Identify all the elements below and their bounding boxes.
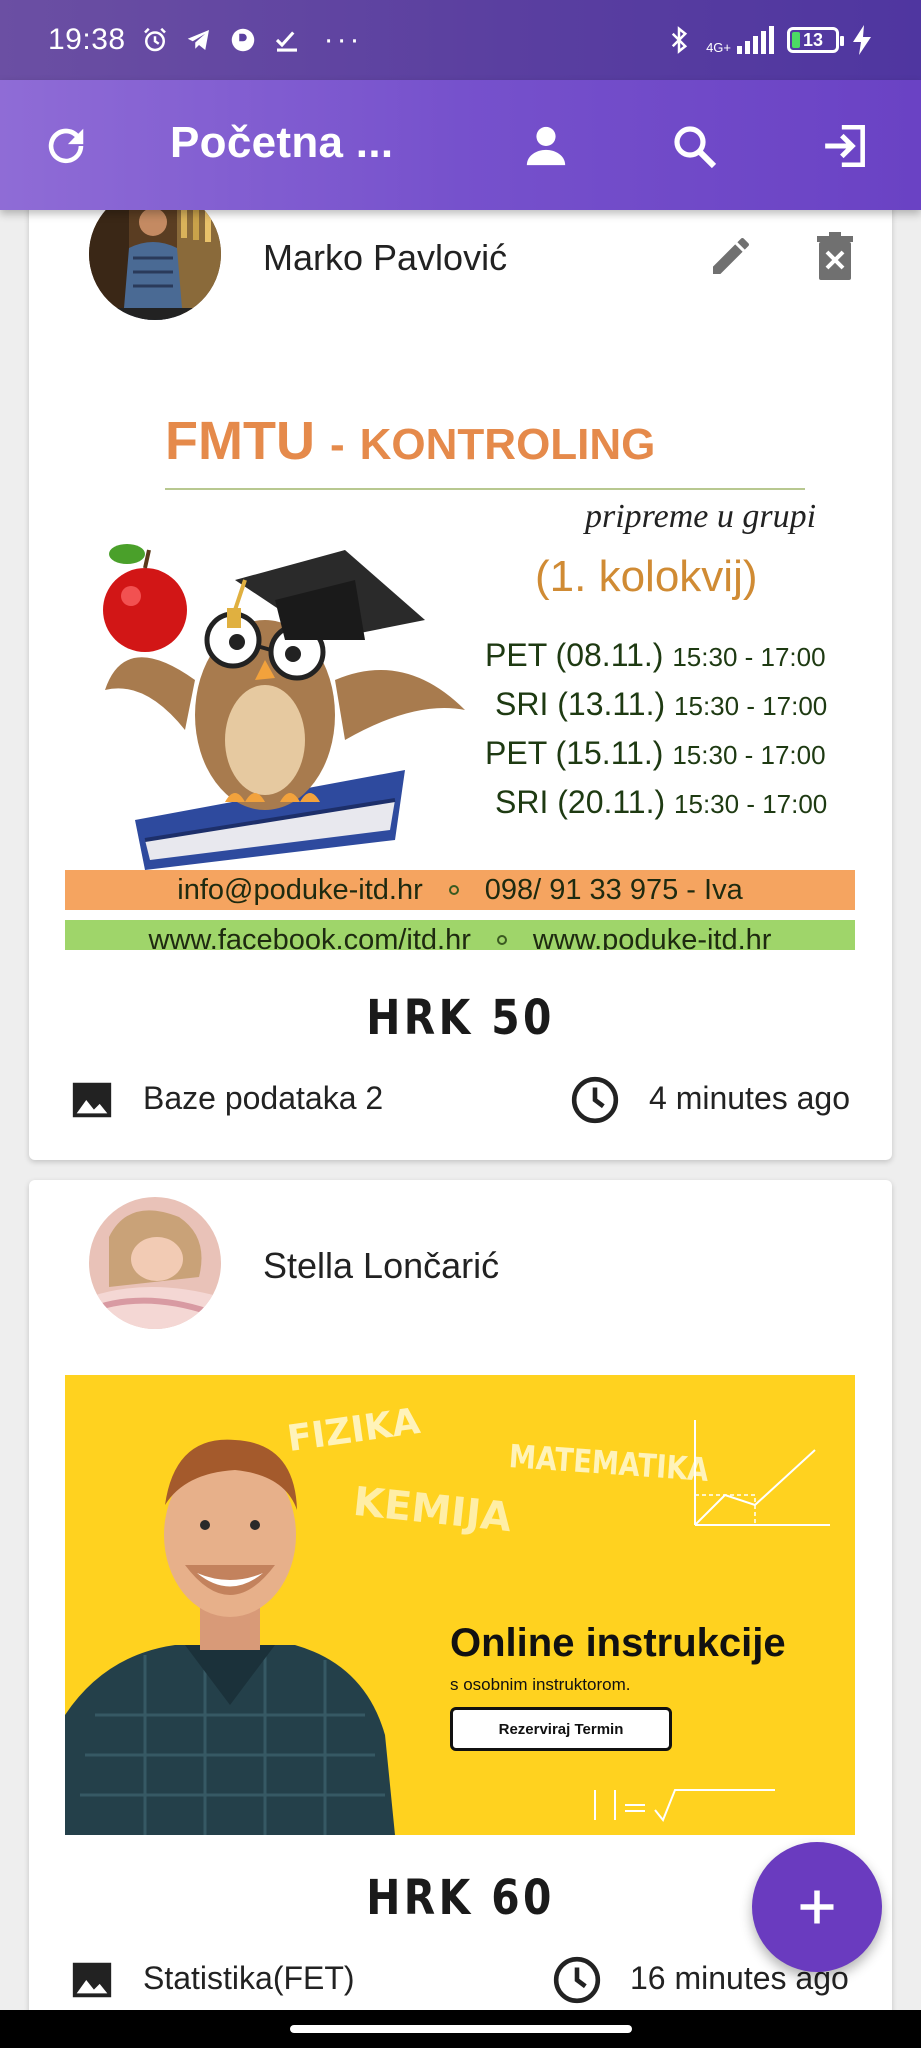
poster-title-main: FMTU <box>165 411 315 471</box>
poster-word: MATEMATIKA <box>507 1437 710 1489</box>
status-time: 19:38 <box>48 23 126 56</box>
poster-facebook: www.facebook.com/itd.hr <box>148 923 471 951</box>
image-icon <box>67 1075 117 1125</box>
chalk-formula <box>594 1789 775 1822</box>
poster-subline: s osobnim instruktorom. <box>450 1675 631 1694</box>
poster-kolokvij: (1. kolokvij) <box>535 552 758 601</box>
post-image[interactable]: FIZIKA MATEMATIKA KEMIJA Online instrukc… <box>65 1375 855 1835</box>
app-bar: Početna ... <box>0 80 921 210</box>
person-icon[interactable] <box>518 118 574 174</box>
poster-web-band: www.facebook.com/itd.hr www.poduke-itd.h… <box>65 920 855 950</box>
chalk-graph <box>694 1420 830 1526</box>
post-subject: Baze podataka 2 <box>143 1080 384 1116</box>
battery-icon: 13 <box>787 27 844 53</box>
refresh-icon[interactable] <box>38 118 94 174</box>
charging-icon <box>853 25 871 55</box>
image-icon <box>67 1955 117 2005</box>
avatar[interactable] <box>89 1197 221 1329</box>
session-day: PET (08.11.) <box>485 637 664 673</box>
session-row: SRI (20.11.) 15:30 - 17:00 <box>485 779 827 828</box>
session-time: 15:30 - 17:00 <box>674 789 828 819</box>
feed[interactable]: Marko Pavlović FMTU - KONTROLING priprem… <box>0 210 921 2010</box>
session-time: 15:30 - 17:00 <box>672 642 826 672</box>
telegram-icon <box>187 30 209 50</box>
clock-icon <box>552 1955 602 2005</box>
poster-title: FMTU - KONTROLING <box>165 410 655 472</box>
battery-level: 13 <box>802 29 824 50</box>
post-price: HRK 50 <box>366 990 555 1046</box>
more-dots-icon: ··· <box>323 23 363 56</box>
poster-book-button: Rezerviraj Termin <box>450 1707 672 1751</box>
status-bar: 19:38 ··· 4G+ 13 <box>0 0 921 80</box>
session-row: PET (15.11.) 15:30 - 17:00 <box>485 730 827 779</box>
check-icon <box>275 31 297 52</box>
delete-icon[interactable] <box>805 226 865 286</box>
poster-sessions: PET (08.11.) 15:30 - 17:00 SRI (13.11.) … <box>485 632 827 828</box>
signal-label: 4G+ <box>706 40 731 55</box>
page-title: Početna ... <box>170 118 394 167</box>
add-icon <box>800 1890 834 1924</box>
home-gesture-handle[interactable] <box>290 2025 632 2033</box>
author-name: Marko Pavlović <box>263 237 508 278</box>
separator-dot <box>448 885 459 895</box>
post-meta: Baze podataka 2 4 minutes ago <box>29 1070 892 1130</box>
signal-icon <box>737 26 774 54</box>
owl-illustration <box>103 544 465 870</box>
session-time: 15:30 - 17:00 <box>674 691 828 721</box>
author-name: Stella Lončarić <box>263 1245 500 1286</box>
post-meta: Statistika(FET) 16 minutes ago <box>29 1950 892 2010</box>
edit-icon[interactable] <box>701 226 761 286</box>
poster-title-dash: - <box>329 420 345 469</box>
separator-dot <box>496 935 507 945</box>
session-row: SRI (13.11.) 15:30 - 17:00 <box>485 681 827 730</box>
post-time: 4 minutes ago <box>649 1080 851 1116</box>
session-day: SRI (13.11.) <box>495 686 666 722</box>
post-subject: Statistika(FET) <box>143 1960 355 1996</box>
app-icon <box>231 28 254 52</box>
session-row: PET (08.11.) 15:30 - 17:00 <box>485 632 827 681</box>
add-post-button[interactable] <box>752 1842 882 1972</box>
poster-subtitle: pripreme u grupi <box>585 498 817 535</box>
alarm-icon <box>143 27 166 52</box>
post-image[interactable]: FMTU - KONTROLING pripreme u grupi (1. k… <box>65 370 855 950</box>
session-day: SRI (20.11.) <box>495 784 666 820</box>
session-day: PET (15.11.) <box>485 735 664 771</box>
poster-headline: Online instrukcije <box>450 1621 786 1665</box>
post-card[interactable]: Marko Pavlović FMTU - KONTROLING priprem… <box>29 210 892 1160</box>
bluetooth-icon <box>671 26 688 54</box>
avatar[interactable] <box>89 210 221 320</box>
poster-contact-band: info@poduke-itd.hr 098/ 91 33 975 - Iva <box>65 870 855 910</box>
search-icon[interactable] <box>666 118 722 174</box>
poster-title-rest: KONTROLING <box>359 420 656 469</box>
poster-email: info@poduke-itd.hr <box>177 873 423 906</box>
poster-website: www.poduke-itd.hr <box>532 923 772 951</box>
system-nav-bar <box>0 2010 921 2048</box>
poster-phone: 098/ 91 33 975 - Iva <box>484 873 743 906</box>
session-time: 15:30 - 17:00 <box>672 740 826 770</box>
logout-icon[interactable] <box>818 118 874 174</box>
poster-divider <box>165 488 805 490</box>
instructor-photo <box>65 1439 395 1835</box>
post-price: HRK 60 <box>366 1870 555 1926</box>
clock-icon <box>570 1075 620 1125</box>
